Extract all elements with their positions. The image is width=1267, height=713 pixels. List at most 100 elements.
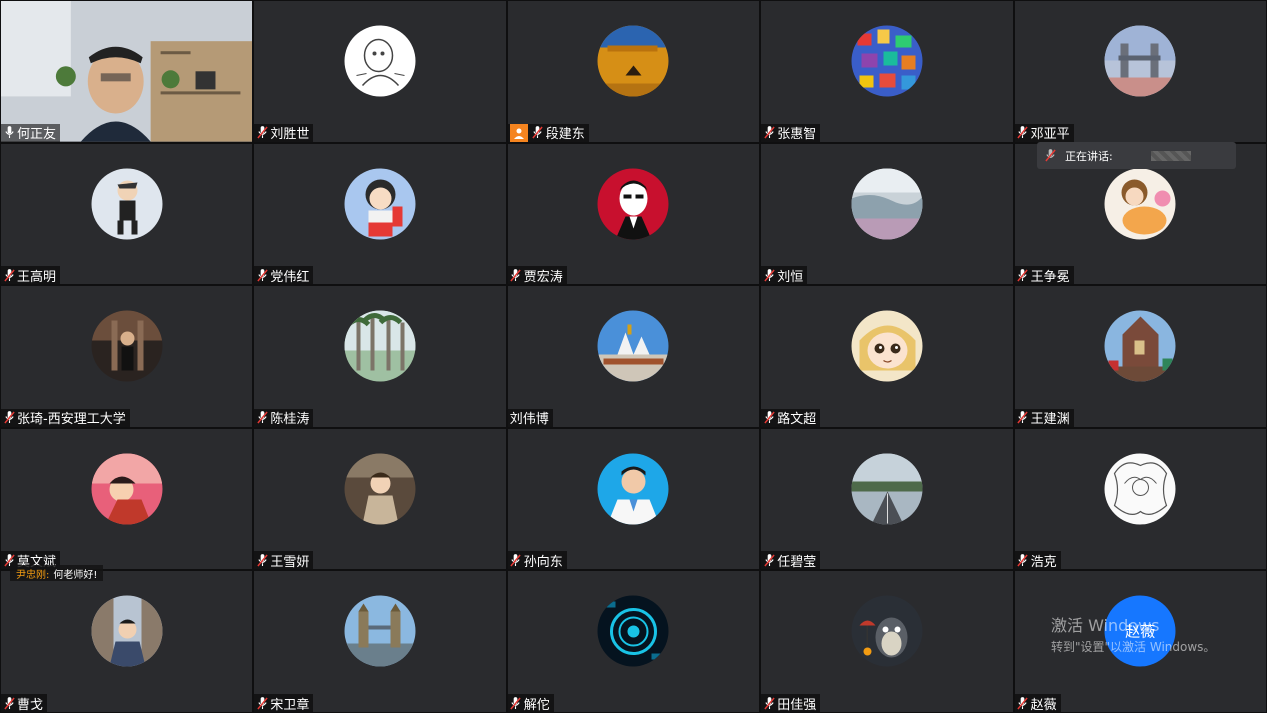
participant-name: 刘胜世 [270,127,310,142]
participant-tile[interactable]: 刘恒 [761,143,1013,285]
participant-tile[interactable]: 王高明 [1,143,253,285]
participant-name: 孙向东 [523,554,563,570]
participant-name: 王建渊 [1030,412,1070,427]
participant-tile[interactable]: 张琦-西安理工大学 [1,286,253,427]
muted-microphone-icon [1017,411,1029,425]
participant-name: 张惠智 [777,127,817,142]
participant-name: 张琦-西安理工大学 [17,412,126,427]
participant-name: 刘伟博 [509,412,549,427]
participant-tile[interactable]: 陈桂涛 [254,286,506,427]
muted-microphone-icon [1017,696,1029,710]
avatar [91,453,163,525]
name-tag: 党伟红 [254,266,314,285]
name-tag: 王高明 [1,266,61,285]
avatar [344,453,416,525]
name-tag: 王建渊 [1014,408,1074,427]
name-tag: 田佳强 [761,694,821,713]
participant-tile[interactable]: 曹戈 [1,571,253,712]
participant-name: 王高明 [17,269,57,285]
muted-microphone-icon [510,268,522,282]
watermark-title: 激活 Windows [1051,616,1160,635]
muted-microphone-icon [256,553,268,567]
name-tag: 张琦-西安理工大学 [1,408,130,427]
participant-name: 段建东 [545,127,585,142]
participant-tile[interactable]: 贾宏涛 [507,143,760,285]
participant-tile[interactable]: 刘胜世 [254,1,506,142]
muted-microphone-icon [1017,268,1029,282]
avatar [1104,453,1176,525]
muted-microphone-icon [256,126,268,140]
participant-name: 路文超 [777,412,817,427]
name-tag: 刘恒 [761,266,808,285]
participant-name: 刘恒 [777,269,804,285]
avatar [851,595,923,667]
participant-tile[interactable]: 邓亚平 [1014,1,1266,142]
participant-name: 王雪妍 [270,554,310,570]
name-tag: 浩克 [1014,551,1061,570]
muted-microphone-icon [763,696,775,710]
participant-name: 陈桂涛 [270,412,310,427]
participant-name: 贾宏涛 [523,269,563,285]
participant-tile[interactable]: 田佳强 [761,571,1013,713]
avatar [91,595,163,667]
name-tag: 解佗 [507,694,554,713]
participant-name: 宋卫章 [270,697,310,713]
chat-message: 何老师好! [53,569,98,581]
name-tag: 刘伟博 [507,408,553,427]
avatar [597,310,669,382]
participant-tile[interactable]: 浩克 [1014,428,1266,570]
name-tag: 路文超 [761,408,821,427]
avatar [851,25,923,97]
speaking-name-redacted [1150,150,1191,161]
participant-grid: 何正友 刘胜世 段建东 张惠智 邓亚平 王高明 党伟红 贾宏涛 刘恒 王争冕 张… [0,0,1267,713]
participant-tile[interactable]: 张惠智 [761,1,1013,142]
avatar [851,168,923,240]
participant-name: 王争冕 [1030,269,1070,285]
watermark-subtitle: 转到"设置"以激活 Windows。 [1051,640,1216,654]
speaking-indicator: 正在讲话: [1037,142,1236,169]
muted-microphone-icon [763,268,775,282]
avatar [91,310,163,382]
participant-tile[interactable]: 孙向东 [507,428,760,570]
participant-tile[interactable]: 莫文斌 [1,428,253,570]
participant-name: 赵薇 [1030,697,1057,713]
participant-name: 任碧莹 [777,554,817,570]
muted-microphone-icon [763,411,775,425]
name-tag: 孙向东 [507,551,567,570]
participant-tile[interactable]: 路文超 [761,286,1013,427]
windows-activation-watermark: 激活 Windows 转到"设置"以激活 Windows。 [1051,612,1215,655]
muted-microphone-icon [3,268,15,282]
participant-tile[interactable]: 宋卫章 [254,571,506,713]
name-tag: 王争冕 [1014,266,1074,285]
participant-name: 党伟红 [270,269,310,285]
avatar [597,453,669,525]
muted-microphone-icon [256,411,268,425]
avatar [597,595,669,667]
participant-name: 田佳强 [777,697,817,713]
muted-microphone-icon [1017,126,1029,140]
participant-tile[interactable]: 刘伟博 [507,286,760,427]
participant-tile[interactable]: 任碧莹 [761,428,1013,570]
muted-microphone-icon [256,696,268,710]
chat-notification[interactable]: 尹忠刚: 何老师好! [10,565,104,581]
chat-sender: 尹忠刚: [16,569,50,581]
participant-tile[interactable]: 何正友 [1,1,253,142]
muted-microphone-icon [1045,148,1057,163]
avatar [1104,25,1176,97]
microphone-icon [3,126,15,140]
avatar [597,168,669,240]
participant-name: 浩克 [1030,554,1057,570]
avatar [344,310,416,382]
name-tag: 贾宏涛 [507,266,567,285]
participant-tile[interactable]: 党伟红 [254,143,506,285]
participant-tile[interactable]: 段建东 [507,1,760,142]
avatar [597,25,669,97]
participant-name: 邓亚平 [1030,127,1070,142]
avatar [1104,168,1176,240]
host-icon [509,123,528,142]
name-tag: 宋卫章 [254,694,314,713]
participant-tile[interactable]: 王建渊 [1014,286,1266,427]
participant-tile[interactable]: 王雪妍 [254,428,506,570]
participant-tile[interactable]: 解佗 [507,571,760,713]
participant-name: 解佗 [523,697,550,713]
